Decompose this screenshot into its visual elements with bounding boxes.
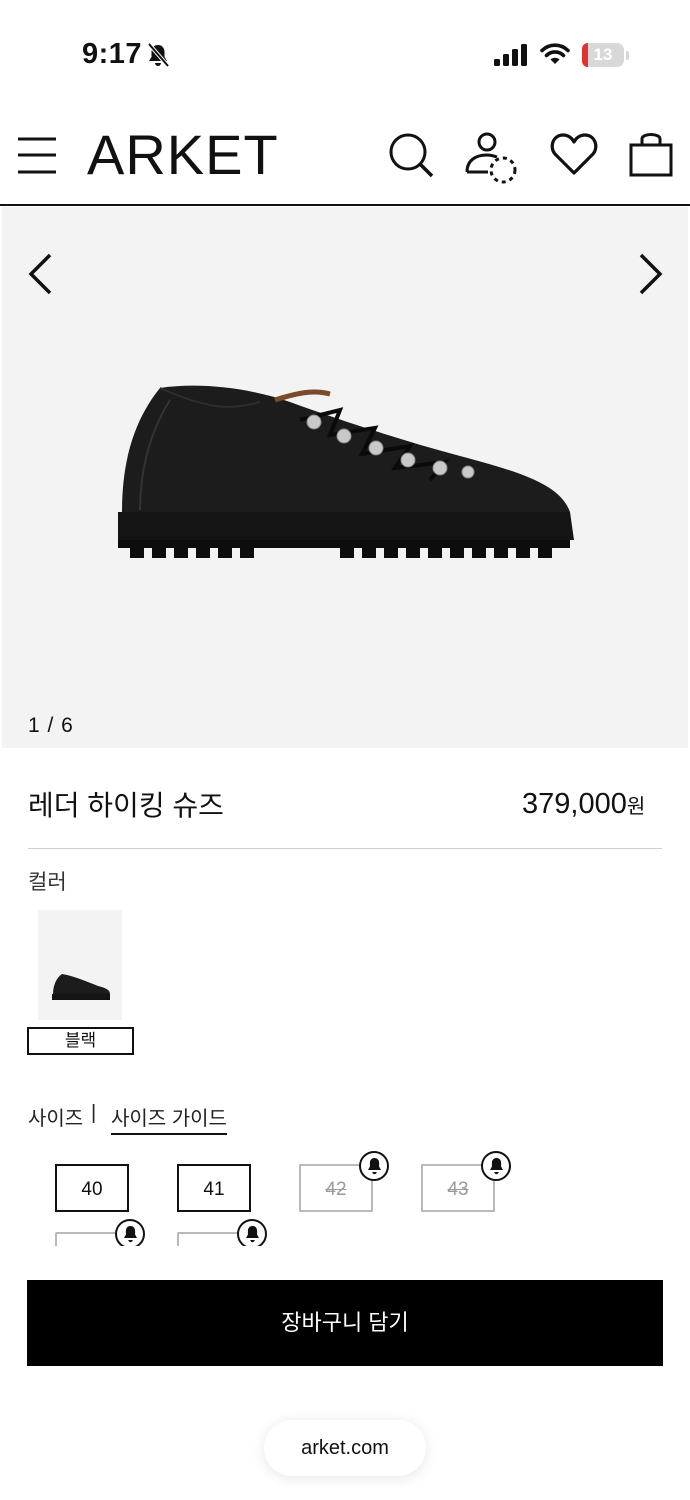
notify-bell-icon[interactable] xyxy=(115,1219,145,1249)
title-divider xyxy=(28,848,662,849)
bag-icon[interactable] xyxy=(628,130,674,183)
browser-url-pill[interactable]: arket.com xyxy=(264,1420,426,1476)
product-title: 레더 하이킹 슈즈 xyxy=(28,790,224,821)
color-label: 컬러 xyxy=(28,871,67,894)
signal-icon xyxy=(494,44,530,71)
search-icon[interactable] xyxy=(388,132,434,183)
color-swatch-black[interactable] xyxy=(38,910,122,1020)
chevron-left-icon[interactable] xyxy=(26,252,56,301)
size-label: 사이즈 xyxy=(28,1108,84,1130)
status-time: 9:17 xyxy=(82,38,143,70)
battery-icon: 13 xyxy=(582,43,624,67)
size-guide-link[interactable]: 사이즈 가이드 xyxy=(111,1102,227,1135)
notify-bell-icon[interactable] xyxy=(481,1151,511,1181)
battery-cap xyxy=(626,51,629,60)
add-to-cart-button[interactable]: 장바구니 담기 xyxy=(27,1280,663,1366)
menu-icon[interactable] xyxy=(18,136,58,181)
account-icon[interactable] xyxy=(464,130,520,191)
size-option-40[interactable]: 40 xyxy=(55,1164,129,1212)
notify-bell-icon[interactable] xyxy=(359,1151,389,1181)
notify-bell-icon[interactable] xyxy=(237,1219,267,1249)
product-price: 379,000원 xyxy=(522,788,645,821)
logo[interactable]: ARKET xyxy=(87,122,279,187)
heart-icon[interactable] xyxy=(550,132,598,181)
price-value: 379,000 xyxy=(522,788,627,820)
size-option-41[interactable]: 41 xyxy=(177,1164,251,1212)
price-currency: 원 xyxy=(626,796,646,818)
header-divider xyxy=(0,204,690,206)
chevron-right-icon[interactable] xyxy=(636,252,666,301)
wifi-icon xyxy=(540,42,570,71)
product-image xyxy=(100,380,580,575)
color-swatch-label[interactable]: 블랙 xyxy=(27,1027,134,1055)
bell-off-icon xyxy=(146,42,170,73)
size-separator: | xyxy=(91,1102,97,1124)
battery-level: 13 xyxy=(593,45,613,64)
gallery-counter: 1 / 6 xyxy=(28,714,74,737)
